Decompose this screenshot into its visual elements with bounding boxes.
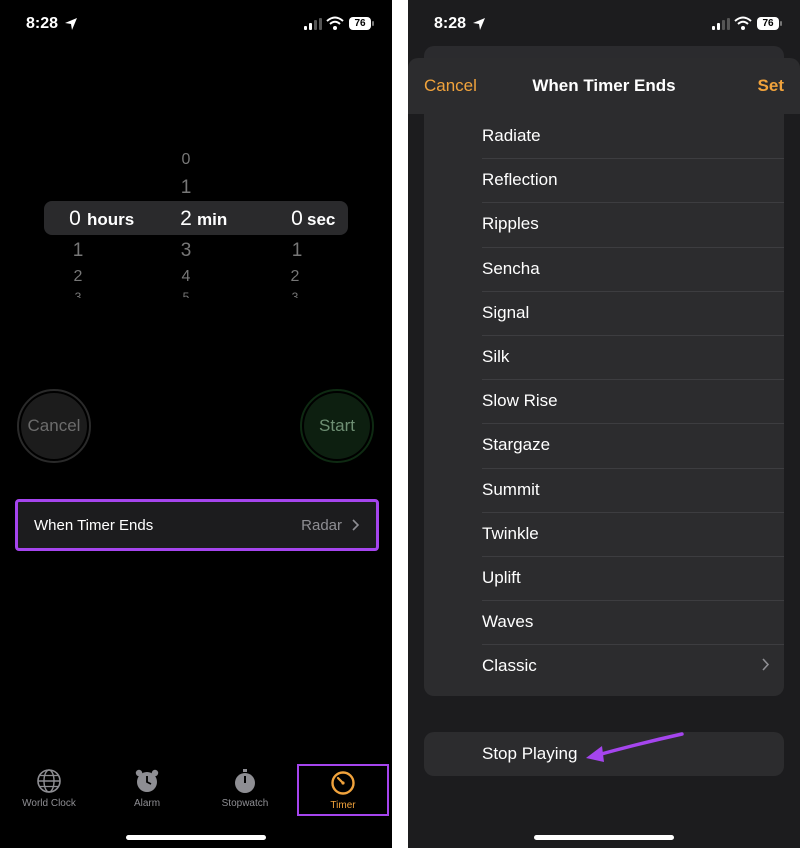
tone-row[interactable]: Twinkle [424,511,784,556]
tone-label: Reflection [482,170,558,190]
tone-row[interactable]: Uplift [424,555,784,600]
cancel-button[interactable]: Cancel [17,389,91,463]
annotation-arrow-icon [586,732,684,762]
minutes-option[interactable]: 1 [171,177,201,199]
status-bar: 8:28 76 [408,0,800,50]
tone-list: Radiate Reflection Ripples Sencha Signal… [424,114,784,696]
tone-row[interactable]: Sencha [424,246,784,291]
tone-row-classic[interactable]: Classic [424,644,784,688]
hours-option[interactable]: 3 [63,290,93,298]
status-time: 8:28 [434,15,467,32]
when-timer-ends-value: Radar [301,516,342,534]
when-timer-ends-screen: 8:28 76 Cancel When Timer Ends Set Radia… [408,0,800,848]
home-indicator[interactable] [126,835,266,840]
cellular-signal-icon [304,18,322,30]
tone-label: Waves [482,612,534,632]
hours-option[interactable]: 1 [63,240,93,262]
minutes-option[interactable]: 5 [171,290,201,298]
wifi-icon [734,16,752,30]
tone-label: Radiate [482,126,541,146]
minutes-option[interactable]: 4 [171,268,201,286]
tone-label: Summit [482,479,540,499]
sheet-title: When Timer Ends [532,76,676,95]
battery-indicator: 76 [757,17,782,30]
seconds-option[interactable]: 2 [280,268,310,286]
tone-row[interactable]: Waves [424,600,784,644]
tab-timer-label: Timer [330,800,356,811]
sheet-set-button[interactable]: Set [758,76,784,96]
location-arrow-icon [65,18,77,30]
wifi-icon [326,16,344,30]
tab-world-clock-label: World Clock [22,798,76,809]
tone-row[interactable]: Silk [424,334,784,379]
battery-indicator: 76 [349,17,374,30]
tone-label: Twinkle [482,523,539,543]
globe-icon [37,769,61,793]
start-button[interactable]: Start [300,389,374,463]
chevron-right-icon [762,658,770,671]
hours-option[interactable]: 2 [63,268,93,286]
tab-alarm[interactable]: Alarm [102,762,192,809]
tone-row[interactable]: Stargaze [424,423,784,467]
tone-row[interactable]: Radiate [424,114,784,158]
tone-label: Signal [482,302,530,322]
alarm-clock-icon [135,769,159,792]
home-indicator[interactable] [534,835,674,840]
tone-label: Sencha [482,258,540,278]
tab-stopwatch[interactable]: Stopwatch [200,762,290,809]
hours-selected[interactable]: 0 [60,207,90,231]
location-arrow-icon [473,18,485,30]
seconds-option[interactable]: 1 [282,240,312,262]
tab-alarm-label: Alarm [133,798,161,809]
seconds-unit: sec [307,210,336,229]
when-timer-ends-row[interactable]: When Timer Ends Radar [15,499,379,551]
timer-screen: 8:28 76 0 hours 1 2 3 0 1 2 min 3 4 5 0 … [0,0,392,848]
tab-world-clock[interactable]: World Clock [4,762,94,809]
start-button-label: Start [304,393,370,459]
tab-timer[interactable]: Timer [297,764,389,816]
status-bar: 8:28 76 [0,0,392,50]
cancel-button-label: Cancel [21,393,87,459]
minutes-option[interactable]: 3 [171,240,201,262]
chevron-right-icon [352,519,360,531]
tone-row[interactable]: Reflection [424,158,784,202]
tone-row[interactable]: Slow Rise [424,379,784,423]
tab-bar: World Clock Alarm Stopwatch Timer [0,762,392,818]
tone-label: Stargaze [482,435,551,455]
minutes-option[interactable]: 0 [171,151,201,169]
tone-row[interactable]: Ripples [424,202,784,246]
tone-label: Ripples [482,214,539,234]
tone-label: Silk [482,347,510,367]
tone-label: Classic [482,656,537,676]
tone-label: Uplift [482,567,521,587]
hours-unit: hours [87,210,135,229]
tone-row[interactable]: Summit [424,467,784,512]
stop-playing-label: Stop Playing [482,744,578,763]
tab-stopwatch-label: Stopwatch [221,798,269,809]
sheet-nav-bar: Cancel When Timer Ends Set [408,58,800,114]
stopwatch-icon [235,769,255,793]
seconds-option[interactable]: 3 [280,290,310,298]
when-timer-ends-label: When Timer Ends [34,516,154,534]
cellular-signal-icon [712,18,730,30]
tone-row[interactable]: Signal [424,290,784,335]
status-time: 8:28 [26,15,59,32]
tone-label: Slow Rise [482,391,558,411]
timer-icon [331,771,355,795]
minutes-unit: min [197,210,228,229]
